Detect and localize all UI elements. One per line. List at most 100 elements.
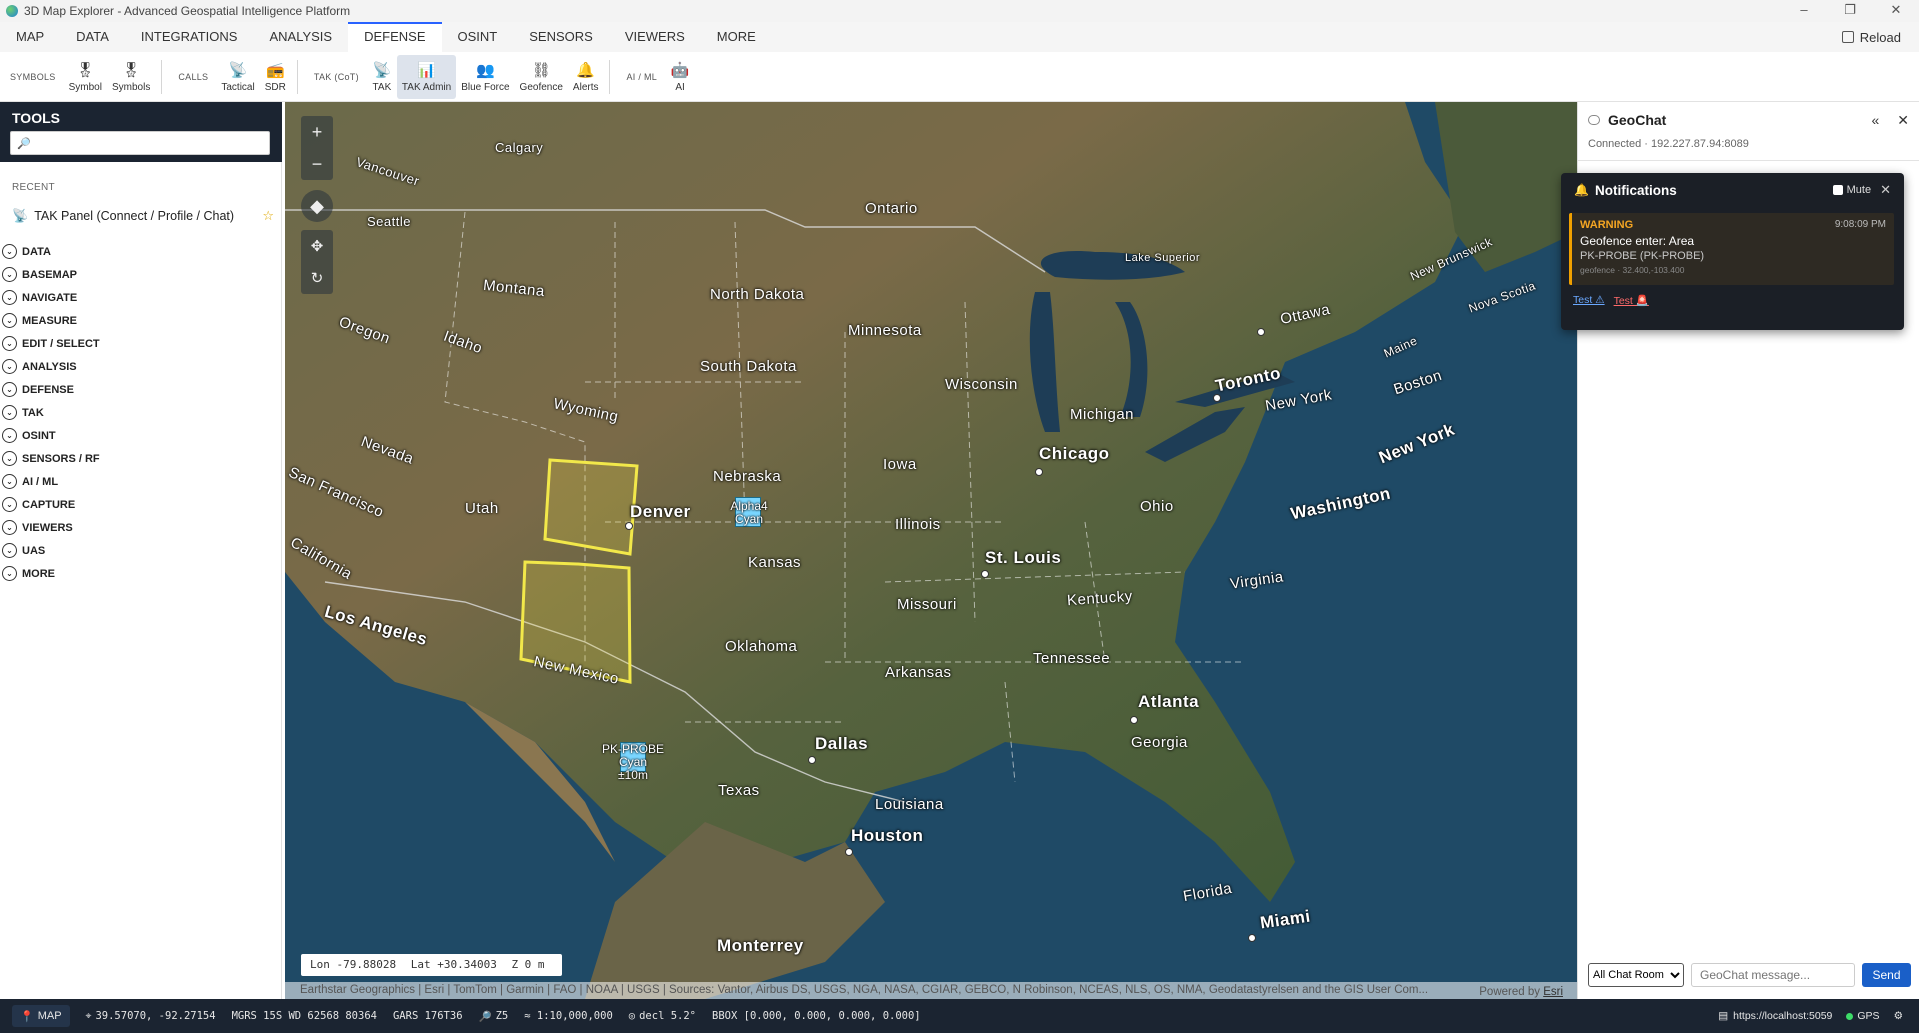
defense-toolbar: SYMBOLS 🎖 Symbol 🎖 Symbols CALLS 📡 Tacti… [0, 52, 1919, 102]
rotate-icon[interactable]: ↻ [301, 262, 333, 294]
powered-prefix: Powered by [1479, 986, 1544, 998]
map-view[interactable]: + − ◆ ✥ ↻ Calgary Vancouver Seattle Onta… [285, 102, 1577, 999]
section-data[interactable]: ⌄ DATA [2, 240, 272, 263]
geochat-message-input[interactable] [1691, 963, 1855, 987]
chevron-down-icon: ⌄ [2, 543, 17, 558]
chevron-down-icon: ⌄ [2, 359, 17, 374]
chat-room-select[interactable]: All Chat Room [1588, 963, 1684, 987]
map-label: Wisconsin [945, 376, 1018, 393]
tactical-button[interactable]: 📡 Tactical [216, 55, 259, 99]
map-label: North Dakota [710, 286, 805, 303]
section-label: MEASURE [22, 314, 78, 327]
notification-card[interactable]: WARNING 9:08:09 PM Geofence enter: Area … [1569, 213, 1894, 285]
section-capture[interactable]: ⌄ CAPTURE [2, 493, 272, 516]
city-dot [808, 756, 816, 764]
location-pin-icon: ⌖ [85, 1009, 92, 1022]
chevron-down-icon: ⌄ [2, 405, 17, 420]
menu-bar: MAP DATA INTEGRATIONS ANALYSIS DEFENSE O… [0, 22, 1919, 52]
menu-more[interactable]: MORE [701, 22, 772, 52]
close-window-icon[interactable]: ✕ [1873, 0, 1919, 22]
map-label: Seattle [367, 214, 411, 229]
menu-viewers[interactable]: VIEWERS [609, 22, 701, 52]
tak-button[interactable]: 📡 TAK [367, 55, 397, 99]
section-label: EDIT / SELECT [22, 337, 100, 350]
server-status: ▤ https://localhost:5059 [1718, 1010, 1832, 1022]
tak-admin-label: TAK Admin [401, 82, 452, 93]
geofence-button[interactable]: ⛓ Geofence [515, 55, 568, 99]
unit-accuracy: ±10m [618, 768, 648, 782]
close-icon[interactable]: ✕ [1897, 112, 1909, 129]
section-label: DATA [22, 245, 51, 258]
menu-osint[interactable]: OSINT [442, 22, 514, 52]
reload-button[interactable]: Reload [1841, 22, 1901, 52]
notification-meta: geofence · 32.400,-103.400 [1580, 265, 1685, 275]
section-ai-ml[interactable]: ⌄ AI / ML [2, 470, 272, 493]
section-navigate[interactable]: ⌄ NAVIGATE [2, 286, 272, 309]
star-icon[interactable]: ☆ [262, 208, 274, 224]
test-alert-link[interactable]: Test 🚨 [1614, 294, 1649, 307]
status-bbox: BBOX [0.000, 0.000, 0.000, 0.000] [712, 1010, 921, 1022]
section-analysis[interactable]: ⌄ ANALYSIS [2, 355, 272, 378]
section-basemap[interactable]: ⌄ BASEMAP [2, 263, 272, 286]
esri-link[interactable]: Esri [1543, 986, 1563, 998]
cursor-lat: Lat +30.34003 [410, 958, 497, 971]
map-label: Missouri [897, 596, 957, 613]
cursor-coordinates: Lon -79.88028 Lat +30.34003 Z 0 m [301, 954, 562, 976]
minimize-icon[interactable]: – [1781, 0, 1827, 22]
map-label: Nebraska [713, 468, 782, 485]
close-icon[interactable]: ✕ [1880, 182, 1891, 198]
pan-icon[interactable]: ✥ [301, 230, 333, 262]
zoom-in-button[interactable]: + [301, 116, 333, 148]
maximize-icon[interactable]: ❐ [1827, 0, 1873, 22]
section-label: NAVIGATE [22, 291, 78, 304]
section-label: CAPTURE [22, 498, 76, 511]
menu-analysis[interactable]: ANALYSIS [253, 22, 348, 52]
menu-sensors[interactable]: SENSORS [513, 22, 609, 52]
group-label-aiml: AI / ML [626, 71, 658, 82]
tools-search-input[interactable] [30, 133, 269, 153]
section-uas[interactable]: ⌄ UAS [2, 539, 272, 562]
section-tak[interactable]: ⌄ TAK [2, 401, 272, 424]
section-measure[interactable]: ⌄ MEASURE [2, 309, 272, 332]
send-button[interactable]: Send [1862, 963, 1911, 987]
menu-integrations[interactable]: INTEGRATIONS [125, 22, 254, 52]
map-label: South Dakota [700, 358, 797, 375]
menu-defense[interactable]: DEFENSE [348, 22, 442, 52]
city-dot [981, 570, 989, 578]
geochat-title: GeoChat [1608, 112, 1667, 128]
blue-force-button[interactable]: 👥 Blue Force [456, 55, 514, 99]
test-warning-link[interactable]: Test ⚠ [1573, 294, 1605, 307]
window-title: 3D Map Explorer - Advanced Geospatial In… [24, 4, 351, 18]
section-edit-select[interactable]: ⌄ EDIT / SELECT [2, 332, 272, 355]
city-dot [1035, 468, 1043, 476]
section-more[interactable]: ⌄ MORE [2, 562, 272, 585]
ai-button[interactable]: 🤖 AI [665, 55, 695, 99]
alerts-button[interactable]: 🔔 Alerts [568, 55, 604, 99]
menu-map[interactable]: MAP [0, 22, 60, 52]
settings-gear-icon[interactable]: ⚙ [1894, 1010, 1903, 1022]
collapse-icon[interactable]: « [1871, 112, 1879, 129]
mute-toggle[interactable]: Mute [1832, 184, 1871, 196]
section-defense[interactable]: ⌄ DEFENSE [2, 378, 272, 401]
map-label: Utah [465, 500, 499, 517]
section-osint[interactable]: ⌄ OSINT [2, 424, 272, 447]
section-sensors-rf[interactable]: ⌄ SENSORS / RF [2, 447, 272, 470]
radio-icon: 📻 [265, 62, 285, 79]
section-label: ANALYSIS [22, 360, 77, 373]
medal-icon: 🎖 [75, 62, 95, 79]
symbol-button[interactable]: 🎖 Symbol [64, 55, 107, 99]
compass-button[interactable]: ◆ [301, 190, 333, 222]
fence-icon: ⛓ [531, 62, 551, 79]
sdr-button[interactable]: 📻 SDR [260, 55, 291, 99]
section-viewers[interactable]: ⌄ VIEWERS [2, 516, 272, 539]
recent-label: RECENT [12, 182, 55, 193]
map-label: Georgia [1131, 734, 1188, 751]
menu-data[interactable]: DATA [60, 22, 125, 52]
zoom-out-button[interactable]: − [301, 148, 333, 180]
tak-admin-button[interactable]: 📊 TAK Admin [396, 54, 457, 99]
recent-item-tak-panel[interactable]: 📡 TAK Panel (Connect / Profile / Chat) ☆ [12, 206, 274, 226]
mode-badge[interactable]: 📍 MAP [12, 1005, 70, 1027]
map-pin-icon: 📍 [20, 1010, 34, 1023]
mute-checkbox[interactable] [1832, 185, 1843, 195]
symbols-button[interactable]: 🎖 Symbols [107, 55, 155, 99]
